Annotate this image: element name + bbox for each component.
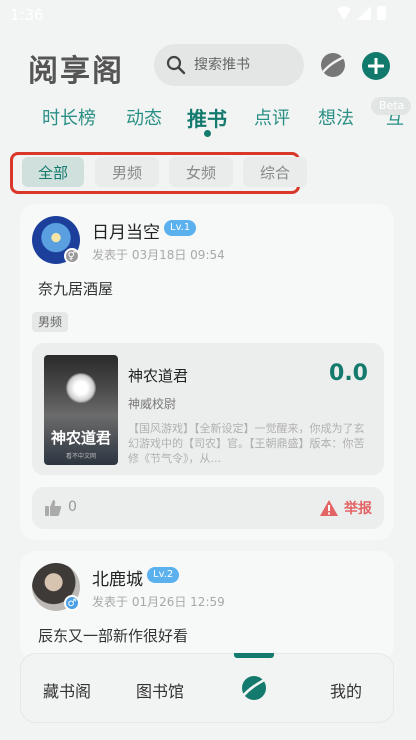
filter-all[interactable]: 全部 xyxy=(22,157,84,187)
beta-badge: Beta xyxy=(371,97,411,115)
book-score: 0.0 xyxy=(329,361,368,386)
book-cover: 神农道君 看不中文网 xyxy=(44,355,118,465)
header: 阅享阁 xyxy=(0,38,416,98)
post-actions: 0 举报 xyxy=(32,487,384,529)
tab-duration-ranking[interactable]: 时长榜 xyxy=(42,104,96,130)
active-nav-indicator xyxy=(234,653,274,658)
filter-general[interactable]: 综合 xyxy=(243,157,307,187)
cover-title: 神农道君 xyxy=(50,429,111,447)
post-title: 辰东又一部新作很好看 xyxy=(38,627,189,645)
post-card[interactable]: ⚥ 日月当空 Lv.1 发表于 03月18日 09:54 奈九居酒屋 男频 神农… xyxy=(20,204,394,540)
report-label: 举报 xyxy=(344,501,372,517)
cover-author: 看不中文网 xyxy=(65,453,96,460)
book-title: 神农道君 xyxy=(128,367,189,385)
wifi-icon xyxy=(337,6,351,20)
male-icon: ♂ xyxy=(64,595,80,611)
book-description: 【国风游戏】【全新设定】一觉醒来，你成为了玄幻游戏中的【司农】官。【王朝鼎盛】版… xyxy=(128,422,365,465)
level-badge: Lv.1 xyxy=(164,220,197,236)
report-button[interactable]: 举报 xyxy=(320,498,372,518)
app-title: 阅享阁 xyxy=(28,54,124,89)
username[interactable]: 日月当空 xyxy=(92,218,160,243)
post-card[interactable]: ♂ 北鹿城 Lv.2 发表于 01月26日 12:59 辰东又一部新作很好看 xyxy=(20,551,394,661)
post-title: 奈九居酒屋 xyxy=(38,280,114,298)
filter-male[interactable]: 男频 xyxy=(95,157,159,187)
tab-review[interactable]: 点评 xyxy=(254,104,290,130)
search-bar[interactable] xyxy=(154,44,304,86)
like-count: 0 xyxy=(68,499,77,515)
posted-time: 发表于 01月26日 12:59 xyxy=(92,595,225,609)
search-input[interactable] xyxy=(194,57,294,73)
status-time: 1:36 xyxy=(10,6,44,24)
book-card[interactable]: 神农道君 看不中文网 神农道君 0.0 神威校尉 【国风游戏】【全新设定】一觉醒… xyxy=(32,343,384,475)
warning-icon xyxy=(320,500,338,516)
status-bar: 1:36 xyxy=(0,0,416,30)
filter-female[interactable]: 女频 xyxy=(169,157,233,187)
search-icon xyxy=(166,55,186,75)
bottom-navigation: 藏书阁 图书馆 我的 xyxy=(20,653,394,723)
tab-recommend-books[interactable]: 推书 xyxy=(187,103,227,132)
plus-icon xyxy=(368,58,384,74)
nav-book-collection[interactable]: 藏书阁 xyxy=(43,678,91,702)
username[interactable]: 北鹿城 xyxy=(92,565,143,590)
cover-art xyxy=(66,373,96,403)
thumbs-up-icon[interactable] xyxy=(44,499,62,517)
level-badge: Lv.2 xyxy=(147,567,180,583)
nav-mine[interactable]: 我的 xyxy=(330,678,362,702)
status-icons xyxy=(337,6,386,20)
tab-activity[interactable]: 动态 xyxy=(126,104,162,130)
genre-tag: 男频 xyxy=(32,312,69,332)
tab-ideas[interactable]: 想法 xyxy=(318,104,354,130)
active-tab-indicator xyxy=(204,130,211,137)
book-author: 神威校尉 xyxy=(128,397,177,411)
cellular-icon xyxy=(357,6,371,20)
planet-icon[interactable] xyxy=(320,52,346,78)
nav-library[interactable]: 图书馆 xyxy=(136,678,184,702)
planet-icon[interactable] xyxy=(240,674,268,702)
battery-icon xyxy=(377,6,386,20)
neutral-gender-icon: ⚥ xyxy=(64,248,80,264)
add-button[interactable] xyxy=(362,52,390,80)
posted-time: 发表于 03月18日 09:54 xyxy=(92,248,225,262)
